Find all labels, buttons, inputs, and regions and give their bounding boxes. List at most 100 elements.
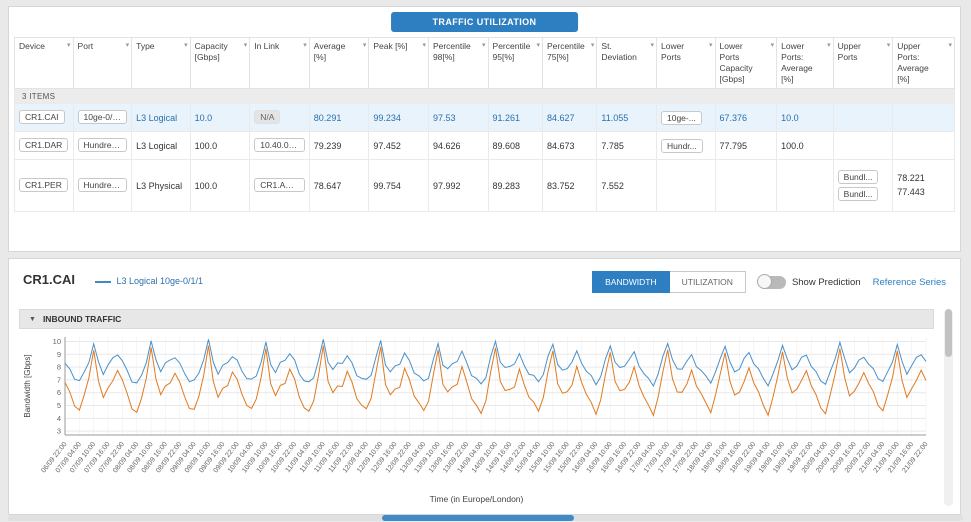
horizontal-scrollbar-thumb[interactable] xyxy=(382,515,574,521)
horizontal-scrollbar[interactable] xyxy=(8,515,963,521)
port-chip[interactable]: Hundred... xyxy=(78,178,128,192)
column-label: Lower Ports Capacity [Gbps] xyxy=(720,41,753,85)
traffic-utilization-button[interactable]: TRAFFIC UTILIZATION xyxy=(391,12,579,32)
cell-lower_capacity xyxy=(715,160,777,212)
column-filter-icon[interactable]: ▾ xyxy=(590,41,595,49)
device-chip[interactable]: CR1.DAR xyxy=(19,138,68,152)
cell-p75: 83.752 xyxy=(542,160,596,212)
capacity-value: 100.0 xyxy=(195,141,218,151)
items-count-label: 3 ITEMS xyxy=(15,89,955,104)
cell-in_link: 10.40.0.9... xyxy=(250,132,310,160)
device-chip[interactable]: CR1.PER xyxy=(19,178,68,192)
column-header-p98: Percentile 98[%] ▾ xyxy=(428,38,488,89)
cell-type: L3 Logical xyxy=(132,104,191,132)
cell-p95: 91.261 xyxy=(488,104,542,132)
cell-p98: 97.53 xyxy=(428,104,488,132)
stdev-value: 7.785 xyxy=(601,141,624,151)
port-chip[interactable]: 10ge-... xyxy=(661,111,702,125)
column-filter-icon[interactable]: ▾ xyxy=(302,41,307,49)
svg-text:8: 8 xyxy=(57,363,61,372)
cell-port: 10ge-0/1/1 xyxy=(73,104,132,132)
column-filter-icon[interactable]: ▾ xyxy=(421,41,426,49)
cell-lower_ports: Hundr... xyxy=(656,132,715,160)
peak-value: 99.754 xyxy=(373,181,401,191)
tab-utilization[interactable]: UTILIZATION xyxy=(670,271,746,293)
table-row[interactable]: CR1.CAI 10ge-0/1/1 L3 Logical 10.0 N/A 80.291… xyxy=(15,104,955,132)
toggle-knob-icon xyxy=(757,274,772,289)
capacity-value: 10.0 xyxy=(195,113,213,123)
p75-value: 84.673 xyxy=(547,141,575,151)
cell-lower_ports xyxy=(656,160,715,212)
cell-device: CR1.DAR xyxy=(15,132,74,160)
column-filter-icon[interactable]: ▾ xyxy=(770,41,775,49)
p98-value: 97.53 xyxy=(433,113,456,123)
cell-type: L3 Physical xyxy=(132,160,191,212)
column-header-lower_ports_average: Lower Ports: Average [%]▾ xyxy=(777,38,834,89)
type-value: L3 Physical xyxy=(136,181,182,191)
column-filter-icon[interactable]: ▾ xyxy=(362,41,367,49)
port-chip[interactable]: Hundr... xyxy=(661,139,703,153)
items-count-row: 3 ITEMS xyxy=(15,89,955,104)
stdev-value: 11.055 xyxy=(601,113,628,123)
column-filter-icon[interactable]: ▾ xyxy=(481,41,486,49)
show-prediction-toggle[interactable] xyxy=(758,276,786,289)
column-label: Lower Ports xyxy=(661,41,684,63)
column-filter-icon[interactable]: ▾ xyxy=(649,41,654,49)
cell-p98: 97.992 xyxy=(428,160,488,212)
svg-text:6: 6 xyxy=(57,388,61,397)
cell-average: 78.647 xyxy=(309,160,369,212)
detail-header: CR1.CAI L3 Logical 10ge-0/1/1 BANDWIDTH … xyxy=(23,271,946,295)
column-filter-icon[interactable]: ▾ xyxy=(708,41,713,49)
column-filter-icon[interactable]: ▾ xyxy=(125,41,130,49)
vertical-scrollbar[interactable] xyxy=(944,309,953,506)
cell-p75: 84.673 xyxy=(542,132,596,160)
column-filter-icon[interactable]: ▾ xyxy=(66,41,71,49)
column-filter-icon[interactable]: ▾ xyxy=(535,41,540,49)
legend-label: L3 Logical 10ge-0/1/1 xyxy=(116,276,203,286)
in-link-chip[interactable]: 10.40.0.9... xyxy=(254,138,305,152)
collapse-caret-icon: ▼ xyxy=(29,316,36,323)
port-chip[interactable]: Bundl... xyxy=(838,170,879,184)
svg-text:4: 4 xyxy=(57,414,61,423)
p98-value: 97.992 xyxy=(433,181,461,191)
x-axis-title: Time (in Europe/London) xyxy=(19,494,934,504)
table-row[interactable]: CR1.PER Hundred... L3 Physical 100.0 CR1.ADE… xyxy=(15,160,955,212)
average-value: 80.291 xyxy=(314,113,342,123)
inbound-traffic-header[interactable]: ▼ INBOUND TRAFFIC xyxy=(19,309,934,329)
column-filter-icon[interactable]: ▾ xyxy=(243,41,248,49)
lower_ports-chip-stack: 10ge-... xyxy=(661,111,711,125)
show-prediction-control: Show Prediction xyxy=(758,276,861,289)
column-header-stdev: St. Deviation ▾ xyxy=(597,38,657,89)
svg-text:7: 7 xyxy=(57,375,61,384)
lower_average-value: 10.0 xyxy=(781,113,799,123)
cell-average: 79.239 xyxy=(309,132,369,160)
p98-value: 94.626 xyxy=(433,141,461,151)
column-header-p75: Percentile 75[%] ▾ xyxy=(542,38,596,89)
tab-bandwidth[interactable]: BANDWIDTH xyxy=(592,271,669,293)
p95-value: 91.261 xyxy=(493,113,521,123)
column-filter-icon[interactable]: ▾ xyxy=(947,41,952,49)
in-link-chip[interactable]: CR1.ADE/... xyxy=(254,178,305,192)
lower_capacity-value: 77.795 xyxy=(720,141,748,151)
column-filter-icon[interactable]: ▾ xyxy=(886,41,891,49)
column-filter-icon[interactable]: ▾ xyxy=(826,41,831,49)
column-label: Average [%] xyxy=(314,41,346,63)
column-label: Percentile 98[%] xyxy=(433,41,471,63)
table-row[interactable]: CR1.DARHundred...L3 Logical100.010.40.0.… xyxy=(15,132,955,160)
cell-device: CR1.CAI xyxy=(15,104,74,132)
column-header-upper_ports_average: Upper Ports: Average [%]▾ xyxy=(893,38,955,89)
column-label: St. Deviation xyxy=(601,41,636,63)
device-chip[interactable]: CR1.CAI xyxy=(19,110,65,124)
port-chip[interactable]: Hundred... xyxy=(78,138,128,152)
capacity-value: 100.0 xyxy=(195,181,218,191)
cell-port: Hundred... xyxy=(73,160,132,212)
in-link-chip[interactable]: N/A xyxy=(254,110,280,124)
port-chip[interactable]: 10ge-0/1/1 xyxy=(78,110,128,124)
lower_capacity-value: 67.376 xyxy=(720,113,748,123)
detail-panel: CR1.CAI L3 Logical 10ge-0/1/1 BANDWIDTH … xyxy=(8,258,961,515)
column-label: Percentile 75[%] xyxy=(547,41,585,63)
column-filter-icon[interactable]: ▾ xyxy=(183,41,188,49)
port-chip[interactable]: Bundl... xyxy=(838,187,879,201)
vertical-scrollbar-thumb[interactable] xyxy=(945,309,952,357)
reference-series-link[interactable]: Reference Series xyxy=(873,277,946,288)
